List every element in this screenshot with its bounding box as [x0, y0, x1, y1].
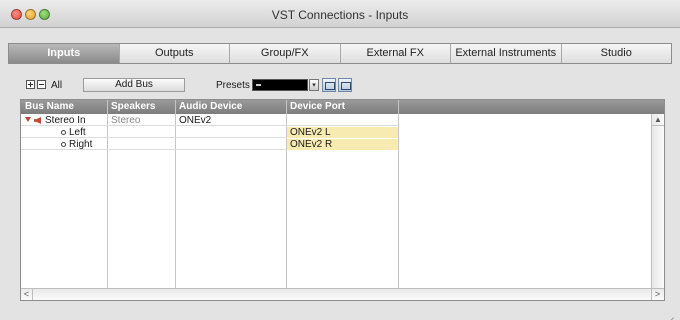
presets-label: Presets — [216, 80, 250, 91]
all-label: All — [51, 80, 63, 91]
horizontal-scrollbar[interactable]: < > — [21, 288, 664, 300]
channel-dot-icon — [61, 142, 66, 147]
device-port-cell[interactable]: ONEv2 L — [287, 127, 398, 138]
connections-table: Bus Name Speakers Audio Device Device Po… — [20, 99, 665, 301]
bus-name-cell[interactable]: Stereo In — [25, 115, 105, 126]
vertical-scrollbar[interactable]: ▲ — [651, 114, 664, 300]
preset-delete-icon[interactable] — [338, 78, 352, 92]
window-title: VST Connections - Inputs — [271, 8, 409, 22]
column-header-device-port[interactable]: Device Port — [286, 100, 398, 114]
speakers-cell[interactable] — [111, 127, 173, 138]
table-row[interactable]: Right ONEv2 R — [21, 139, 398, 150]
tab-inputs[interactable]: Inputs — [9, 44, 119, 63]
column-header-audio-device[interactable]: Audio Device — [175, 100, 286, 114]
title-bar[interactable]: VST Connections - Inputs — [0, 0, 680, 28]
channel-name-text: Right — [69, 139, 93, 150]
presets-field[interactable] — [252, 79, 308, 91]
tab-outputs[interactable]: Outputs — [118, 44, 230, 63]
toolbar: All Add Bus Presets ▾ — [20, 78, 380, 94]
channel-dot-icon — [61, 130, 66, 135]
scroll-right-arrow-icon[interactable]: > — [651, 289, 663, 300]
audio-device-cell[interactable] — [179, 127, 284, 138]
table-row[interactable]: Stereo In Stereo ONEv2 — [21, 115, 398, 126]
table-header: Bus Name Speakers Audio Device Device Po… — [21, 100, 664, 114]
expand-collapse-controls — [26, 80, 48, 91]
column-divider — [398, 100, 399, 288]
speaker-icon — [34, 117, 41, 124]
bus-name-cell[interactable]: Right — [61, 139, 105, 150]
device-port-cell[interactable] — [287, 115, 398, 126]
scroll-left-arrow-icon[interactable]: < — [21, 289, 33, 300]
resize-grip-icon[interactable] — [662, 308, 674, 318]
scroll-up-arrow-icon[interactable]: ▲ — [652, 114, 664, 126]
device-port-cell[interactable]: ONEv2 R — [287, 139, 398, 150]
tab-bar: Inputs Outputs Group/FX External FX Exte… — [8, 43, 672, 64]
column-header-bus-name[interactable]: Bus Name — [21, 100, 107, 114]
bus-name-text: Stereo In — [45, 115, 86, 126]
preset-value-indicator — [256, 84, 261, 86]
tab-studio[interactable]: Studio — [560, 44, 672, 63]
audio-device-cell[interactable] — [179, 139, 284, 150]
speakers-cell[interactable] — [111, 139, 173, 150]
presets-dropdown-button[interactable]: ▾ — [309, 79, 319, 91]
bus-name-cell[interactable]: Left — [61, 127, 105, 138]
speakers-cell[interactable]: Stereo — [111, 115, 173, 126]
tab-external-fx[interactable]: External FX — [339, 44, 451, 63]
tab-group-fx[interactable]: Group/FX — [229, 44, 340, 63]
plus-square-icon[interactable] — [26, 80, 35, 89]
column-header-speakers[interactable]: Speakers — [107, 100, 175, 114]
preset-save-icon[interactable] — [322, 78, 336, 92]
channel-name-text: Left — [69, 127, 86, 138]
minus-square-icon[interactable] — [37, 80, 46, 89]
add-bus-button[interactable]: Add Bus — [83, 78, 185, 92]
triangle-down-icon[interactable] — [25, 117, 31, 122]
audio-device-cell[interactable]: ONEv2 — [179, 115, 284, 126]
tab-external-instruments[interactable]: External Instruments — [450, 44, 561, 63]
table-row[interactable]: Left ONEv2 L — [21, 127, 398, 138]
